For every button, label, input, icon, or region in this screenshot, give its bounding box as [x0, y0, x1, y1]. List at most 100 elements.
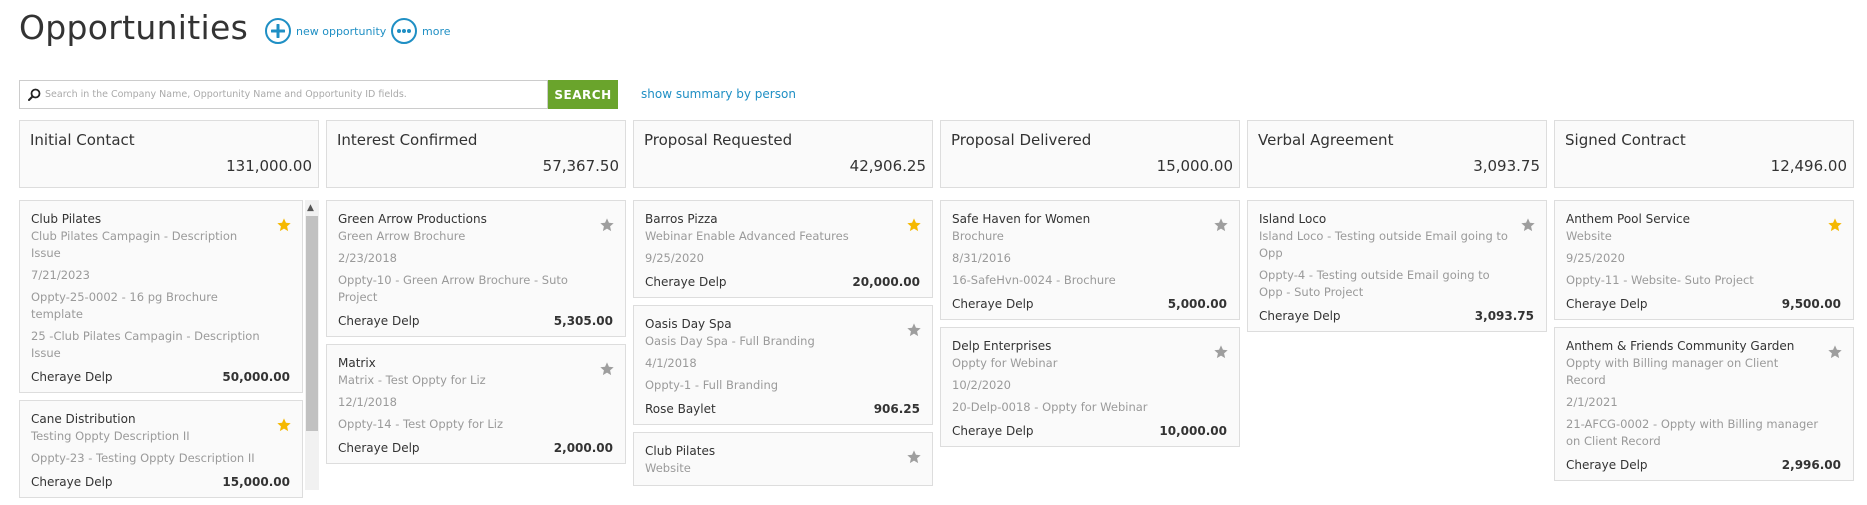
search-input[interactable]: [41, 81, 547, 108]
opportunity-card[interactable]: Oasis Day Spa Oasis Day Spa - Full Brandi…: [633, 305, 933, 425]
stage-header: Proposal Delivered 15,000.00: [940, 120, 1240, 188]
card-footer: Cheraye Delp 50,000.00: [31, 370, 290, 384]
star-icon[interactable]: [599, 361, 615, 377]
card-detail-line: Oppty with Billing manager on Client Rec…: [1566, 356, 1779, 387]
scroll-up-arrow-icon[interactable]: ▲: [307, 203, 314, 213]
star-icon[interactable]: [599, 217, 615, 233]
show-summary-link[interactable]: show summary by person: [641, 87, 796, 101]
card-footer: Rose Baylet 906.25: [645, 402, 920, 416]
card-detail-line: 25 -Club Pilates Campagin - Description …: [31, 329, 260, 360]
card-detail-line: Oppty-1 - Full Branding: [645, 378, 779, 392]
opportunity-card[interactable]: Barros Pizza Webinar Enable Advanced Feat…: [633, 200, 933, 298]
opportunity-card[interactable]: Anthem Pool Service Website 9/25/2020 Oppty…: [1554, 200, 1854, 320]
card-company: Island Loco: [1259, 212, 1327, 226]
card-owner: Cheraye Delp: [31, 370, 113, 384]
card-detail-line: Oppty-25-0002 - 16 pg Brochure template: [31, 290, 218, 321]
more-button[interactable]: more: [391, 18, 451, 44]
stage-total: 131,000.00: [226, 157, 312, 175]
stage-name: Proposal Requested: [644, 131, 793, 149]
card-owner: Cheraye Delp: [1566, 458, 1648, 472]
card-company: Safe Haven for Women: [952, 212, 1091, 226]
opportunity-card[interactable]: Island Loco Island Loco - Testing outside…: [1247, 200, 1547, 332]
card-detail-line: Oppty-10 - Green Arrow Brochure - Suto P…: [338, 273, 568, 304]
card-footer: Cheraye Delp 3,093.75: [1259, 309, 1534, 323]
card-footer: Cheraye Delp 5,000.00: [952, 297, 1227, 311]
star-filled-icon[interactable]: [276, 417, 292, 433]
card-company: Anthem Pool Service: [1566, 212, 1691, 226]
star-icon[interactable]: [906, 449, 922, 465]
new-opportunity-label: new opportunity: [296, 24, 387, 38]
card-detail-line: Website: [645, 461, 691, 475]
card-amount: 906.25: [873, 402, 920, 416]
card-detail-line: Oasis Day Spa - Full Branding: [645, 334, 815, 348]
card-company: Barros Pizza: [645, 212, 718, 226]
column-scrollbar[interactable]: ▲: [305, 200, 319, 490]
card-company: Cane Distribution: [31, 412, 136, 426]
scrollbar-thumb[interactable]: [306, 216, 318, 431]
card-list: Anthem Pool Service Website 9/25/2020 Oppty…: [1554, 200, 1854, 488]
stage-name: Signed Contract: [1565, 131, 1686, 149]
card-detail-line: Matrix - Test Oppty for Liz: [338, 373, 486, 387]
card-list: Club Pilates Club Pilates Campagin - Desc…: [19, 200, 319, 505]
pipeline-column: Initial Contact 131,000.00 Club Pilates Clu…: [19, 120, 319, 498]
card-detail-line: 21-AFCG-0002 - Oppty with Billing manage…: [1566, 417, 1819, 448]
card-owner: Cheraye Delp: [952, 297, 1034, 311]
card-owner: Cheraye Delp: [1259, 309, 1341, 323]
star-filled-icon[interactable]: [906, 217, 922, 233]
card-detail-line: 2/23/2018: [338, 251, 397, 265]
card-company: Green Arrow Productions: [338, 212, 487, 226]
star-icon[interactable]: [1213, 344, 1229, 360]
star-icon[interactable]: [1827, 344, 1843, 360]
star-icon[interactable]: [906, 322, 922, 338]
card-amount: 50,000.00: [222, 370, 290, 384]
search-bar: SEARCH: [19, 80, 619, 109]
card-owner: Cheraye Delp: [31, 475, 113, 489]
opportunity-card[interactable]: Green Arrow Productions Green Arrow Broch…: [326, 200, 626, 337]
card-detail-line: Green Arrow Brochure: [338, 229, 466, 243]
card-detail-line: Brochure: [952, 229, 1004, 243]
page-title: Opportunities: [19, 8, 249, 47]
card-detail-line: 9/25/2020: [1566, 251, 1625, 265]
card-detail-line: Webinar Enable Advanced Features: [645, 229, 849, 243]
card-detail-line: Website: [1566, 229, 1612, 243]
opportunity-card[interactable]: Delp Enterprises Oppty for Webinar 10/2/20…: [940, 327, 1240, 447]
card-detail-line: 4/1/2018: [645, 356, 697, 370]
star-icon[interactable]: [1213, 217, 1229, 233]
card-company: Club Pilates: [31, 212, 102, 226]
opportunity-card[interactable]: Safe Haven for Women Brochure 8/31/2016 16-…: [940, 200, 1240, 320]
card-list: Barros Pizza Webinar Enable Advanced Feat…: [633, 200, 933, 493]
opportunity-card[interactable]: Club Pilates Club Pilates Campagin - Desc…: [19, 200, 303, 393]
opportunity-card[interactable]: Matrix Matrix - Test Oppty for Liz 12/1/20…: [326, 344, 626, 464]
stage-total: 15,000.00: [1156, 157, 1233, 175]
stage-total: 12,496.00: [1770, 157, 1847, 175]
card-detail-line: Oppty-14 - Test Oppty for Liz: [338, 417, 504, 431]
card-amount: 5,305.00: [553, 314, 613, 328]
card-detail-line: Island Loco - Testing outside Email goin…: [1259, 229, 1508, 260]
search-button[interactable]: SEARCH: [548, 80, 618, 109]
card-amount: 9,500.00: [1781, 297, 1841, 311]
stage-name: Verbal Agreement: [1258, 131, 1394, 149]
star-filled-icon[interactable]: [276, 217, 292, 233]
card-footer: Cheraye Delp 20,000.00: [645, 275, 920, 289]
pipeline-column: Interest Confirmed 57,367.50 Green Arrow P…: [326, 120, 626, 464]
stage-header: Interest Confirmed 57,367.50: [326, 120, 626, 188]
stage-name: Interest Confirmed: [337, 131, 478, 149]
card-owner: Rose Baylet: [645, 402, 716, 416]
card-company: Delp Enterprises: [952, 339, 1052, 353]
card-amount: 3,093.75: [1474, 309, 1534, 323]
stage-header: Proposal Requested 42,906.25: [633, 120, 933, 188]
card-owner: Cheraye Delp: [338, 441, 420, 455]
card-footer: Cheraye Delp 15,000.00: [31, 475, 290, 489]
card-amount: 2,000.00: [553, 441, 613, 455]
card-detail-line: 8/31/2016: [952, 251, 1011, 265]
plus-icon: [265, 18, 291, 44]
opportunity-card[interactable]: Anthem & Friends Community Garden Oppty w…: [1554, 327, 1854, 481]
new-opportunity-button[interactable]: new opportunity: [265, 18, 386, 44]
card-detail-line: Oppty for Webinar: [952, 356, 1058, 370]
star-filled-icon[interactable]: [1827, 217, 1843, 233]
opportunity-card[interactable]: Cane Distribution Testing Oppty Descripti…: [19, 400, 303, 498]
star-icon[interactable]: [1520, 217, 1536, 233]
card-owner: Cheraye Delp: [1566, 297, 1648, 311]
card-owner: Cheraye Delp: [645, 275, 727, 289]
opportunity-card[interactable]: Club Pilates Website: [633, 432, 933, 486]
